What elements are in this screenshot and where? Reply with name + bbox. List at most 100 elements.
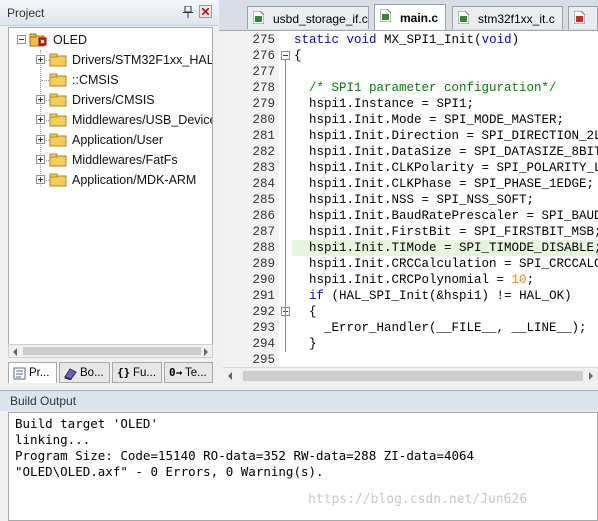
code-line[interactable]: 295: [223, 352, 598, 367]
tree-item-label: Drivers/STM32F1xx_HAL_: [72, 53, 213, 67]
code-text: {: [294, 49, 302, 63]
line-number: 288: [252, 241, 275, 255]
code-line[interactable]: 293 _Error_Handler(__FILE__, __LINE__);: [223, 320, 598, 336]
tree-scroll-thumb[interactable]: [23, 347, 201, 355]
scroll-left-icon[interactable]: [13, 348, 17, 356]
output-line: Program Size: Code=15140 RO-data=352 RW-…: [15, 448, 475, 463]
editor-area: usbd_storage_if.c main.c stm32f1xx_it.c …: [219, 0, 598, 388]
tree-item[interactable]: Drivers/STM32F1xx_HAL_: [9, 50, 212, 70]
templates-icon: 0→: [169, 366, 183, 379]
editor-horizontal-scrollbar[interactable]: [223, 367, 598, 384]
code-text: hspi1.Init.DataSize = SPI_DATASIZE_8BIT;: [294, 145, 598, 159]
scroll-right-icon[interactable]: [204, 348, 208, 356]
project-pane: Project OLED Drivers/STM32F1xx_HAL_::CM…: [0, 0, 218, 388]
books-icon: [64, 368, 77, 380]
expand-toggle[interactable]: [36, 175, 45, 184]
expand-toggle[interactable]: [36, 95, 45, 104]
code-editor[interactable]: 275 static void MX_SPI1_Init(void) 276 {277…: [223, 31, 598, 367]
code-line[interactable]: 287 hspi1.Init.FirstBit = SPI_FIRSTBIT_M…: [223, 224, 598, 240]
project-pane-header: Project: [0, 0, 218, 26]
code-text: hspi1.Init.CRCPolynomial = 10;: [294, 273, 535, 287]
code-text: hspi1.Init.CRCCalculation = SPI_CRCCALCU…: [309, 257, 598, 271]
tree-item[interactable]: Application/MDK-ARM: [9, 170, 209, 190]
code-text: hspi1.Init.BaudRatePrescaler = SPI_BAUDR…: [309, 209, 598, 223]
tree-item[interactable]: ::CMSIS: [9, 70, 209, 90]
output-line: linking...: [15, 432, 91, 447]
code-text: }: [294, 337, 317, 351]
code-line[interactable]: 282 hspi1.Init.DataSize = SPI_DATASIZE_8…: [223, 144, 598, 160]
line-number: 284: [252, 177, 275, 191]
expand-toggle[interactable]: [36, 115, 45, 124]
tree-item[interactable]: Middlewares/FatFs: [9, 150, 209, 170]
tab-project[interactable]: Pr...: [8, 362, 57, 383]
code-text: /* SPI1 parameter configuration*/: [309, 81, 557, 95]
code-line[interactable]: 285 hspi1.Init.NSS = SPI_NSS_SOFT;: [223, 192, 598, 208]
code-line[interactable]: 288 hspi1.Init.TIMode = SPI_TIMODE_DISAB…: [223, 240, 598, 256]
code-line[interactable]: 292 {: [223, 304, 598, 320]
tab-templates-label: Te...: [185, 367, 207, 379]
tab-functions-label: Fu...: [133, 367, 157, 379]
code-line[interactable]: 279 hspi1.Instance = SPI1;: [223, 96, 598, 112]
line-number: 289: [252, 257, 275, 271]
code-text: {: [294, 305, 317, 319]
folder-icon: [49, 153, 67, 167]
tree-item-label: Application/User: [72, 133, 164, 147]
expand-toggle[interactable]: [36, 55, 45, 64]
line-number: 276: [252, 49, 275, 63]
tree-root[interactable]: OLED: [9, 30, 209, 50]
code-line[interactable]: 289 hspi1.Init.CRCCalculation = SPI_CRCC…: [223, 256, 598, 272]
code-text: hspi1.Instance = SPI1;: [294, 97, 475, 111]
scroll-right-icon[interactable]: [589, 372, 593, 380]
folder-icon: [49, 73, 67, 87]
fold-toggle[interactable]: [281, 51, 290, 60]
folder-icon: [49, 113, 67, 127]
tab-stm32f1xx-it[interactable]: stm32f1xx_it.c: [452, 6, 563, 29]
code-line[interactable]: 284 hspi1.Init.CLKPhase = SPI_PHASE_1EDG…: [223, 176, 598, 192]
code-line[interactable]: 278 /* SPI1 parameter configuration*/: [223, 80, 598, 96]
tree-item[interactable]: Drivers/CMSIS: [9, 90, 209, 110]
code-line[interactable]: 291 if (HAL_SPI_Init(&hspi1) != HAL_OK): [223, 288, 598, 304]
code-line[interactable]: 277: [223, 64, 598, 80]
line-number: 287: [252, 225, 275, 239]
code-line[interactable]: 294 }: [223, 336, 598, 352]
c-file-icon: [574, 11, 585, 24]
watermark: https://blog.csdn.net/Jun626: [308, 492, 528, 507]
tree-guide-branch: [41, 80, 49, 81]
scroll-left-icon[interactable]: [228, 372, 232, 380]
line-number: 278: [252, 81, 275, 95]
code-line[interactable]: 290 hspi1.Init.CRCPolynomial = 10;: [223, 272, 598, 288]
tree-item[interactable]: Application/User: [9, 130, 209, 150]
line-number: 285: [252, 193, 275, 207]
editor-scroll-thumb[interactable]: [243, 371, 583, 381]
close-pane-button[interactable]: [199, 5, 212, 18]
line-number: 294: [252, 337, 275, 351]
code-line[interactable]: 280 hspi1.Init.Mode = SPI_MODE_MASTER;: [223, 112, 598, 128]
expand-toggle[interactable]: [36, 155, 45, 164]
code-line[interactable]: 276 {: [223, 48, 598, 64]
line-number: 290: [252, 273, 275, 287]
project-pane-tabs: Pr... Bo... {} Fu... 0→ Te...: [8, 362, 213, 384]
collapse-toggle[interactable]: [17, 35, 26, 44]
tab-books[interactable]: Bo...: [59, 362, 110, 383]
code-text: static void MX_SPI1_Init(void): [294, 33, 520, 47]
tab-overflow[interactable]: [568, 6, 598, 29]
tab-functions[interactable]: {} Fu...: [112, 362, 162, 383]
tab-main-c[interactable]: main.c: [374, 4, 446, 30]
tree-horizontal-scrollbar[interactable]: [8, 344, 213, 358]
tab-templates[interactable]: 0→ Te...: [164, 362, 213, 383]
functions-icon: {}: [117, 366, 131, 379]
code-line[interactable]: 281 hspi1.Init.Direction = SPI_DIRECTION…: [223, 128, 598, 144]
code-line[interactable]: 286 hspi1.Init.BaudRatePrescaler = SPI_B…: [223, 208, 598, 224]
expand-toggle[interactable]: [36, 135, 45, 144]
code-line[interactable]: 283 hspi1.Init.CLKPolarity = SPI_POLARIT…: [223, 160, 598, 176]
code-text: hspi1.Init.Mode = SPI_MODE_MASTER;: [294, 113, 565, 127]
tree-item[interactable]: Middlewares/USB_Device: [9, 110, 212, 130]
tree-item-label: Application/MDK-ARM: [72, 173, 197, 187]
tree-item-label: Drivers/CMSIS: [72, 93, 155, 107]
line-number: 281: [252, 129, 275, 143]
project-icon: [13, 367, 26, 380]
pin-icon[interactable]: [183, 6, 193, 18]
c-file-icon: [380, 9, 391, 22]
code-line[interactable]: 275 static void MX_SPI1_Init(void): [223, 32, 598, 48]
tab-usbd-storage[interactable]: usbd_storage_if.c: [247, 6, 369, 29]
